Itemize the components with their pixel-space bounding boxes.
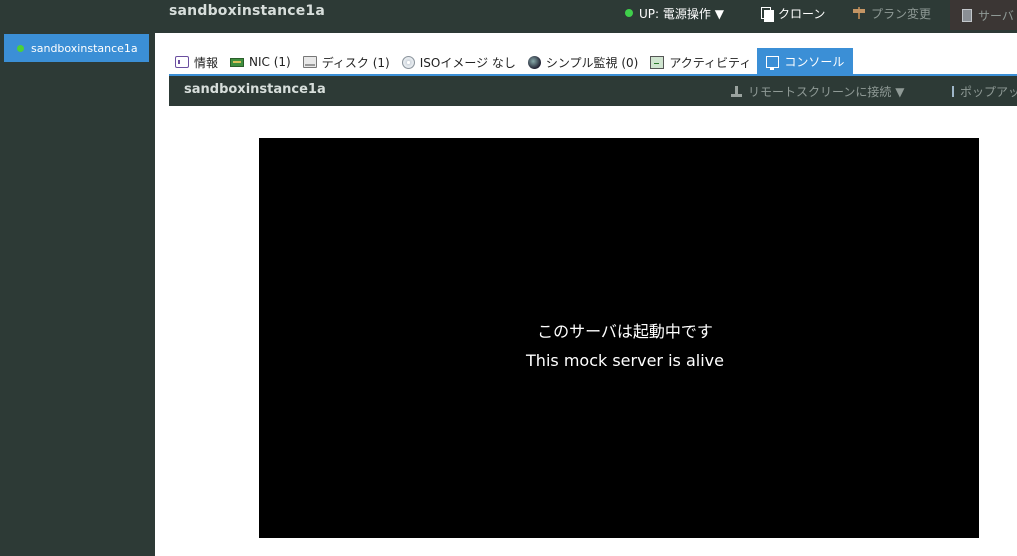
server-icon <box>962 8 972 22</box>
main-panel: 情報 NIC (1) ディスク (1) ISOイメージ なし シンプル監視 (0… <box>155 33 1017 556</box>
sidebar-item-label: sandboxinstance1a <box>31 41 138 55</box>
popup-window-icon <box>952 86 954 97</box>
console-message-ja: このサーバは起動中です <box>537 322 713 341</box>
tab-activity[interactable]: アクティビティ <box>644 49 757 75</box>
tab-label: シンプル監視 (0) <box>545 55 639 70</box>
status-dot-icon <box>17 44 24 52</box>
sidebar: sandboxinstance1a <box>0 0 155 556</box>
tab-label: ディスク (1) <box>321 55 390 70</box>
nic-icon <box>230 57 245 67</box>
server-button[interactable]: サーバ <box>950 0 1017 30</box>
console-message-en: This mock server is alive <box>526 351 724 370</box>
disk-icon <box>302 56 317 68</box>
tab-label: ISOイメージ なし <box>419 55 516 70</box>
popup-button[interactable]: ポップアップ <box>952 83 1017 100</box>
header-bar: sandboxinstance1a UP: 電源操作 ▼ クローン プラン変更 … <box>155 0 1017 33</box>
info-icon <box>175 56 189 68</box>
signpost-icon <box>853 7 865 19</box>
clone-icon <box>761 6 774 22</box>
tab-nic[interactable]: NIC (1) <box>224 49 297 75</box>
tab-label: NIC (1) <box>249 55 291 69</box>
iso-icon <box>401 55 415 69</box>
tab-label: コンソール <box>784 55 845 69</box>
server-label: サーバ <box>978 8 1014 23</box>
app-window: sandboxinstance1a sandboxinstance1a UP: … <box>0 0 1017 556</box>
tab-iso[interactable]: ISOイメージ なし <box>396 49 522 75</box>
clone-button[interactable]: クローン <box>761 0 825 26</box>
sidebar-item-sandboxinstance1a[interactable]: sandboxinstance1a <box>4 34 149 62</box>
clone-label: クローン <box>778 6 826 21</box>
popup-label: ポップアップ <box>960 85 1017 99</box>
power-menu-button[interactable]: UP: 電源操作 ▼ <box>625 0 724 26</box>
tab-label: アクティビティ <box>669 55 752 70</box>
console-toolbar: sandboxinstance1a リモートスクリーンに接続 ▼ ポップアップ <box>169 76 1017 106</box>
status-up-icon <box>625 9 633 17</box>
tab-bar: 情報 NIC (1) ディスク (1) ISOイメージ なし シンプル監視 (0… <box>169 47 854 75</box>
power-menu-label: UP: 電源操作 ▼ <box>639 6 724 21</box>
console-server-title: sandboxinstance1a <box>184 82 326 97</box>
console-icon <box>766 55 780 70</box>
tab-info[interactable]: 情報 <box>169 49 224 75</box>
tab-disk[interactable]: ディスク (1) <box>297 49 396 75</box>
remote-screen-connect-button[interactable]: リモートスクリーンに接続 ▼ <box>731 83 904 100</box>
monitor-icon <box>527 55 541 69</box>
tab-label: 情報 <box>194 55 219 70</box>
plan-change-label: プラン変更 <box>871 6 932 21</box>
plan-change-button[interactable]: プラン変更 <box>853 0 931 26</box>
tab-simple-monitor[interactable]: シンプル監視 (0) <box>522 49 644 75</box>
joystick-icon <box>731 85 742 98</box>
remote-screen-label: リモートスクリーンに接続 ▼ <box>748 85 905 99</box>
tab-console[interactable]: コンソール <box>757 48 854 75</box>
page-title: sandboxinstance1a <box>169 3 326 19</box>
console-screen[interactable]: このサーバは起動中です This mock server is alive <box>259 138 979 538</box>
activity-icon <box>650 55 665 69</box>
